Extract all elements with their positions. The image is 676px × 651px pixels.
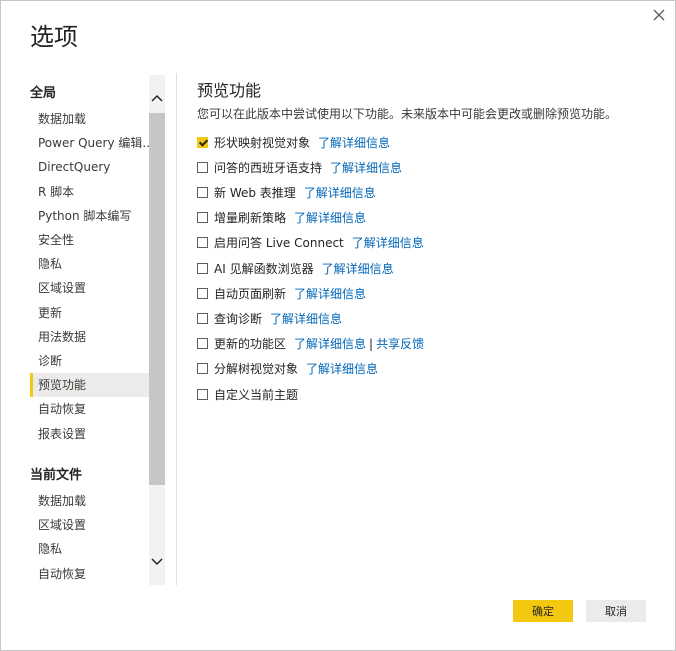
- sidebar-item[interactable]: 隐私: [30, 537, 149, 561]
- sidebar-item[interactable]: R 脚本: [30, 180, 149, 204]
- sidebar-section-current-file: 当前文件: [30, 468, 83, 483]
- feature-row: 查询诊断 了解详细信息: [197, 309, 342, 327]
- sidebar-item[interactable]: 数据加载: [30, 489, 149, 513]
- feature-row: AI 见解函数浏览器 了解详细信息: [197, 259, 394, 277]
- sidebar-item[interactable]: 安全性: [30, 228, 149, 252]
- feature-checkbox[interactable]: [197, 161, 208, 173]
- feature-label: 自定义当前主题: [214, 387, 299, 402]
- sidebar-item[interactable]: 隐私: [30, 252, 149, 276]
- sidebar-item[interactable]: 诊断: [30, 349, 149, 373]
- sidebar-item[interactable]: 报表设置: [30, 422, 149, 446]
- sidebar-item[interactable]: 用法数据: [30, 325, 149, 349]
- feature-row: 自动页面刷新 了解详细信息: [197, 284, 366, 302]
- sidebar-section-global: 全局: [30, 86, 57, 101]
- feature-checkbox[interactable]: [197, 237, 208, 249]
- link-separator: |: [369, 336, 374, 351]
- learn-more-link[interactable]: 了解详细信息: [330, 159, 402, 176]
- feature-label: 形状映射视觉对象: [214, 135, 311, 150]
- sidebar-item[interactable]: 自动恢复: [30, 397, 149, 421]
- learn-more-link[interactable]: 了解详细信息: [322, 260, 394, 277]
- feature-row: 增量刷新策略 了解详细信息: [197, 209, 366, 227]
- scroll-down-button[interactable]: [149, 553, 165, 571]
- scroll-thumb[interactable]: [149, 113, 165, 485]
- feature-label: AI 见解函数浏览器: [214, 261, 314, 276]
- feature-checkbox[interactable]: [197, 287, 208, 299]
- learn-more-link[interactable]: 了解详细信息: [294, 209, 366, 226]
- feature-label: 增量刷新策略: [214, 211, 287, 226]
- feature-row: 形状映射视觉对象 了解详细信息: [197, 133, 390, 151]
- options-dialog: 选项 全局 数据加载 Power Query 编辑... DirectQuery R …: [0, 0, 676, 651]
- feature-checkbox[interactable]: [197, 136, 208, 148]
- cancel-button[interactable]: 取消: [586, 600, 646, 622]
- learn-more-link[interactable]: 了解详细信息: [306, 360, 378, 377]
- feature-label: 更新的功能区: [214, 337, 287, 352]
- feature-row: 问答的西班牙语支持 了解详细信息: [197, 158, 402, 176]
- sidebar-scrollbar[interactable]: [149, 75, 165, 585]
- feature-label: 启用问答 Live Connect: [214, 236, 344, 251]
- feature-label: 自动页面刷新: [214, 286, 287, 301]
- feature-label: 分解树视觉对象: [214, 362, 299, 377]
- scroll-up-button[interactable]: [149, 89, 165, 107]
- sidebar-item[interactable]: 更新: [30, 301, 149, 325]
- sidebar-item[interactable]: 区域设置: [30, 276, 149, 300]
- sidebar-item[interactable]: Python 脚本编写: [30, 204, 149, 228]
- feature-checkbox[interactable]: [197, 262, 208, 274]
- feature-row: 启用问答 Live Connect 了解详细信息: [197, 234, 424, 252]
- learn-more-link[interactable]: 了解详细信息: [352, 234, 424, 251]
- sidebar: 全局 数据加载 Power Query 编辑... DirectQuery R 脚本 P…: [30, 75, 150, 585]
- feature-label: 新 Web 表推理: [214, 185, 296, 200]
- learn-more-link[interactable]: 了解详细信息: [294, 335, 366, 352]
- feature-checkbox[interactable]: [197, 363, 208, 375]
- share-feedback-link[interactable]: 共享反馈: [376, 335, 424, 352]
- sidebar-item[interactable]: 预览功能: [30, 373, 149, 398]
- chevron-up-icon: [151, 94, 163, 102]
- feature-checkbox[interactable]: [197, 186, 208, 198]
- sidebar-item[interactable]: 数据加载: [30, 107, 149, 131]
- feature-row: 分解树视觉对象 了解详细信息: [197, 360, 378, 378]
- feature-checkbox[interactable]: [197, 388, 208, 400]
- feature-row: 新 Web 表推理 了解详细信息: [197, 183, 376, 201]
- feature-label: 问答的西班牙语支持: [214, 160, 323, 175]
- section-description: 您可以在此版本中尝试使用以下功能。未来版本中可能会更改或删除预览功能。: [197, 107, 618, 121]
- chevron-down-icon: [151, 558, 163, 566]
- learn-more-link[interactable]: 了解详细信息: [304, 184, 376, 201]
- dialog-title: 选项: [30, 23, 78, 51]
- learn-more-link[interactable]: 了解详细信息: [270, 310, 342, 327]
- ok-button[interactable]: 确定: [513, 600, 573, 622]
- sidebar-item[interactable]: 区域设置: [30, 513, 149, 537]
- feature-row: 更新的功能区 了解详细信息 | 共享反馈: [197, 335, 424, 353]
- close-icon: [653, 9, 665, 21]
- close-button[interactable]: [649, 5, 669, 25]
- learn-more-link[interactable]: 了解详细信息: [318, 134, 390, 151]
- learn-more-link[interactable]: 了解详细信息: [294, 285, 366, 302]
- divider: [176, 73, 177, 585]
- feature-checkbox[interactable]: [197, 212, 208, 224]
- sidebar-item[interactable]: DirectQuery: [30, 155, 149, 179]
- feature-checkbox[interactable]: [197, 312, 208, 324]
- sidebar-item[interactable]: 自动恢复: [30, 562, 149, 586]
- feature-label: 查询诊断: [214, 311, 263, 326]
- feature-row: 自定义当前主题: [197, 385, 306, 403]
- section-heading: 预览功能: [197, 81, 262, 100]
- sidebar-item[interactable]: Power Query 编辑...: [30, 131, 149, 155]
- feature-checkbox[interactable]: [197, 338, 208, 350]
